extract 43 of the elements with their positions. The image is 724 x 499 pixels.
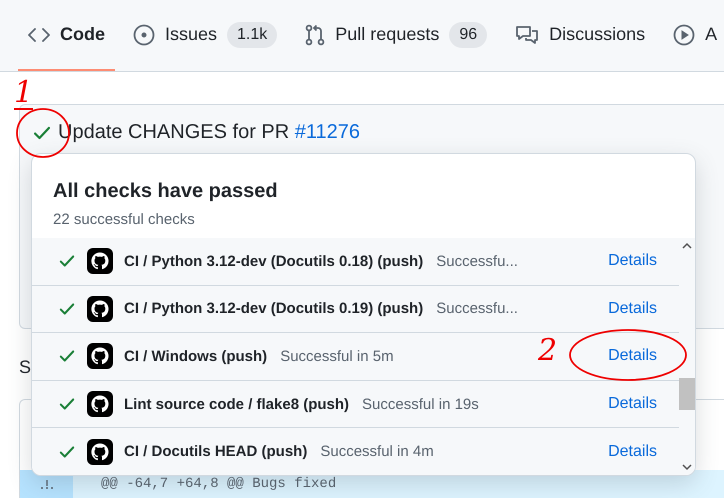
- pr-link[interactable]: #11276: [294, 121, 360, 143]
- repo-tab[interactable]: Discussions: [505, 0, 656, 71]
- github-logo-icon: [87, 391, 113, 418]
- pull-request-icon: [305, 24, 326, 46]
- play-icon: [673, 24, 696, 46]
- check-name: CI / Windows (push): [124, 348, 268, 365]
- details-link[interactable]: Details: [608, 252, 657, 270]
- circle-dot-icon: [133, 24, 155, 46]
- repo-tab[interactable]: Code: [18, 0, 115, 71]
- popup-title: All checks have passed: [53, 180, 279, 203]
- check-status: Successfu...: [436, 300, 518, 318]
- check-status: Successful in 19s: [362, 396, 479, 413]
- details-link[interactable]: Details: [608, 395, 657, 414]
- section-text: S: [19, 357, 32, 379]
- details-link[interactable]: Details: [608, 442, 657, 461]
- repo-tab[interactable]: Issues 1.1k: [123, 0, 288, 71]
- code-icon: [28, 26, 50, 42]
- check-name: CI / Python 3.12-dev (Docutils 0.18) (push): [124, 252, 424, 270]
- diff-hunk-header: @@ -64,7 +64,8 @@ Bugs fixed: [100, 476, 336, 492]
- check-status: Successfu...: [436, 252, 518, 270]
- check-name: Lint source code / flake8 (push): [124, 396, 350, 413]
- repo-tab[interactable]: A: [663, 0, 724, 71]
- checks-summary: 22 successful checks: [53, 211, 196, 228]
- speech-bubbles-icon: [515, 24, 540, 46]
- check-name: CI / Python 3.12-dev (Docutils 0.19) (push): [124, 300, 424, 318]
- check-status: Successful in 4m: [320, 443, 434, 460]
- scroll-down-icon[interactable]: [682, 464, 692, 471]
- github-logo-icon: [87, 248, 113, 274]
- scrollbar-thumb[interactable]: [679, 378, 695, 410]
- check-status: Successful in 5m: [280, 348, 394, 365]
- annotation-number: 1: [14, 78, 34, 110]
- annotation-number: 2: [538, 336, 558, 366]
- github-logo-icon: [87, 296, 113, 322]
- count-badge: 96: [449, 22, 488, 48]
- check-name: CI / Docutils HEAD (push): [124, 443, 308, 460]
- details-link[interactable]: Details: [608, 300, 657, 318]
- repo-tab[interactable]: Pull requests 96: [295, 0, 498, 71]
- details-link[interactable]: Details: [608, 347, 657, 366]
- scroll-up-icon[interactable]: [682, 242, 692, 249]
- github-logo-icon: [87, 343, 113, 370]
- unfold-icon: [40, 480, 52, 488]
- github-logo-icon: [87, 438, 113, 465]
- count-badge: 1.1k: [227, 22, 278, 48]
